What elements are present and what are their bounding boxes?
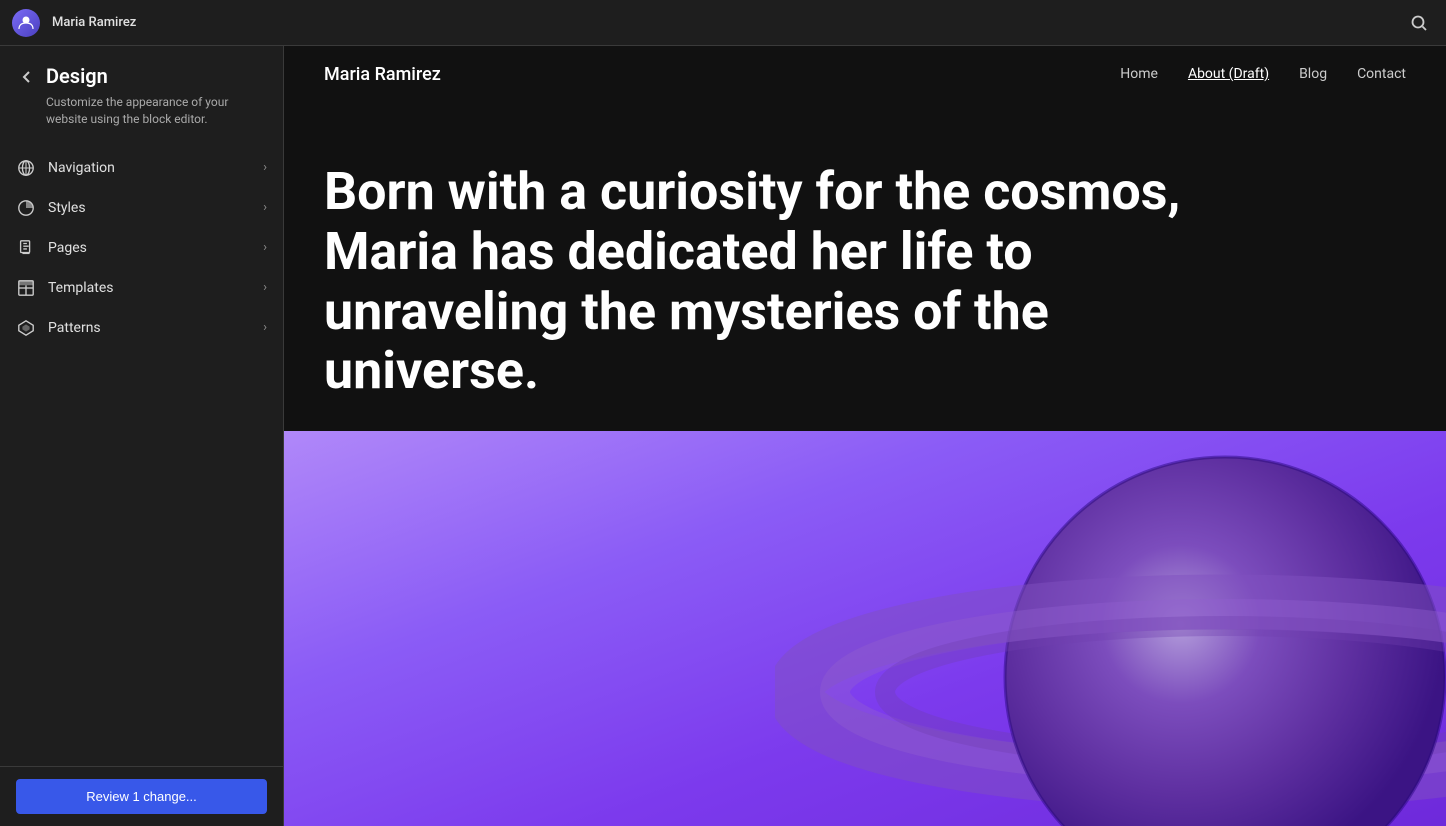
preview-nav-blog[interactable]: Blog <box>1299 66 1327 82</box>
sidebar-item-templates[interactable]: Templates › <box>0 268 283 308</box>
preview-frame: Maria Ramirez Home About (Draft) Blog Co… <box>284 46 1446 826</box>
top-bar: Maria Ramirez <box>0 0 1446 46</box>
search-button[interactable] <box>1404 8 1434 38</box>
sidebar-item-pages[interactable]: Pages › <box>0 228 283 268</box>
patterns-icon <box>16 318 36 338</box>
styles-icon <box>16 198 36 218</box>
pages-icon <box>16 238 36 258</box>
preview-nav-about[interactable]: About (Draft) <box>1188 66 1269 82</box>
preview-nav-contact[interactable]: Contact <box>1357 66 1406 82</box>
review-changes-button[interactable]: Review 1 change... <box>16 779 267 814</box>
main-layout: Design Customize the appearance of your … <box>0 46 1446 826</box>
preview-area: Maria Ramirez Home About (Draft) Blog Co… <box>284 46 1446 826</box>
preview-text-section: Born with a curiosity for the cosmos, Ma… <box>284 102 1446 431</box>
navigation-chevron-icon: › <box>263 160 267 175</box>
design-subtitle: Customize the appearance of your website… <box>46 94 267 128</box>
planet-container <box>775 431 1446 826</box>
sidebar: Design Customize the appearance of your … <box>0 46 284 826</box>
sidebar-item-pages-label: Pages <box>48 240 251 256</box>
templates-icon <box>16 278 36 298</box>
preview-navigation: Maria Ramirez Home About (Draft) Blog Co… <box>284 46 1446 102</box>
styles-chevron-icon: › <box>263 200 267 215</box>
sidebar-item-patterns[interactable]: Patterns › <box>0 308 283 348</box>
preview-content: Born with a curiosity for the cosmos, Ma… <box>284 102 1446 826</box>
sidebar-item-templates-label: Templates <box>48 280 251 296</box>
templates-chevron-icon: › <box>263 280 267 295</box>
sidebar-navigation: Navigation › Styles › <box>0 140 283 766</box>
preview-image-section <box>284 431 1446 826</box>
sidebar-item-styles-label: Styles <box>48 200 251 216</box>
sidebar-header: Design Customize the appearance of your … <box>0 46 283 140</box>
preview-hero-text: Born with a curiosity for the cosmos, Ma… <box>324 162 1224 401</box>
sidebar-item-navigation[interactable]: Navigation › <box>0 148 283 188</box>
sidebar-item-patterns-label: Patterns <box>48 320 251 336</box>
sidebar-item-navigation-label: Navigation <box>48 160 251 176</box>
preview-site-title: Maria Ramirez <box>324 64 441 85</box>
preview-nav-home[interactable]: Home <box>1120 66 1158 82</box>
back-button[interactable] <box>16 66 38 92</box>
site-name: Maria Ramirez <box>52 15 1392 30</box>
planet-svg <box>775 431 1446 826</box>
sidebar-title-block: Design Customize the appearance of your … <box>46 64 267 128</box>
pages-chevron-icon: › <box>263 240 267 255</box>
patterns-chevron-icon: › <box>263 320 267 335</box>
preview-nav-links: Home About (Draft) Blog Contact <box>1120 66 1406 82</box>
navigation-icon <box>16 158 36 178</box>
sidebar-item-styles[interactable]: Styles › <box>0 188 283 228</box>
avatar[interactable] <box>12 9 40 37</box>
sidebar-bottom: Review 1 change... <box>0 766 283 826</box>
design-title: Design <box>46 64 267 88</box>
